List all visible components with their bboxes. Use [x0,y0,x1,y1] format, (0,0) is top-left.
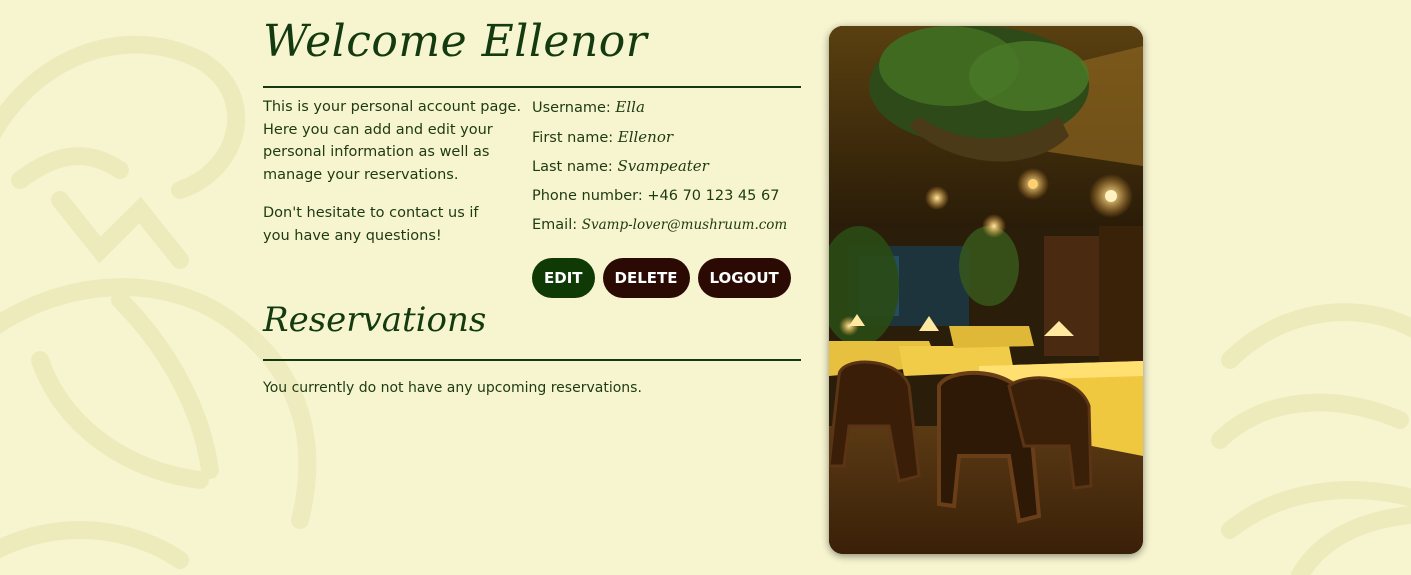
username-row: Username: Ella [532,96,802,126]
username-label: Username: [532,100,611,116]
reservations-title: Reservations [263,300,487,340]
email-label: Email: [532,217,578,233]
account-details: Username: Ella First name: Ellenor Last … [532,96,802,244]
phone-value: +46 70 123 45 67 [647,187,780,204]
phone-label: Phone number: [532,187,643,204]
restaurant-interior-image [829,26,1143,554]
firstname-row: First name: Ellenor [532,126,802,156]
title-divider [263,86,801,88]
lastname-label: Last name: [532,159,613,175]
email-value: Svamp-lover@mushruum.com [581,217,788,233]
firstname-label: First name: [532,129,614,146]
intro-paragraph-1: This is your personal account page. Here… [263,99,522,183]
delete-button[interactable]: DELETE [602,258,690,298]
phone-row: Phone number: +46 70 123 45 67 [532,185,802,215]
username-value: Ella [615,98,645,116]
firstname-value: Ellenor [617,127,674,146]
page-title: Welcome Ellenor [263,16,648,67]
reservations-divider [263,359,801,361]
reservations-empty-message: You currently do not have any upcoming r… [263,380,642,396]
logout-button[interactable]: LOGOUT [697,258,791,298]
restaurant-photo [829,26,1143,554]
intro-paragraph-2: Don't hesitate to contact us if you have… [263,205,479,244]
lastname-value: Svampeater [617,157,709,175]
lastname-row: Last name: Svampeater [532,155,802,185]
edit-button[interactable]: EDIT [532,258,595,298]
intro-text: This is your personal account page. Here… [263,96,525,263]
account-actions: EDIT DELETE LOGOUT [532,258,791,298]
email-row: Email: Svamp-lover@mushruum.com [532,214,802,244]
account-container: Welcome Ellenor This is your personal ac… [263,0,1143,575]
